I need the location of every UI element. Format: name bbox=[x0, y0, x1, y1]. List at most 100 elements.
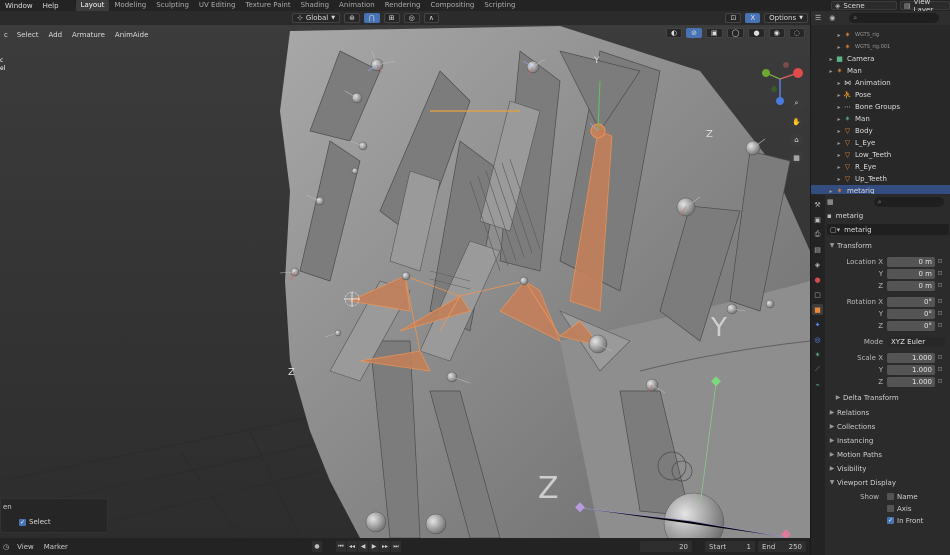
pivot-point-button[interactable]: ⊛ bbox=[344, 13, 360, 23]
tab-object[interactable]: ■ bbox=[812, 304, 823, 315]
expand-arrow-icon[interactable]: ▸ bbox=[835, 140, 843, 147]
outliner-editor-icon[interactable]: ☰ bbox=[815, 14, 821, 22]
menu-add[interactable]: Add bbox=[43, 31, 67, 39]
outliner-row[interactable]: ▸ ▽ Up_Teeth bbox=[811, 173, 950, 185]
frame-start-field[interactable]: Start 1 bbox=[705, 541, 755, 552]
current-frame-field[interactable]: 20 bbox=[640, 541, 692, 552]
tab-world[interactable]: ● bbox=[812, 274, 823, 285]
camera-view-button[interactable]: ⌂ bbox=[790, 133, 803, 146]
tab-animation[interactable]: Animation bbox=[334, 0, 380, 11]
timeline-menu-view[interactable]: View bbox=[12, 543, 39, 551]
lock-icon[interactable]: ⊡ bbox=[935, 282, 945, 289]
outliner-row[interactable]: ▸ ■ Camera bbox=[811, 53, 950, 65]
operator-panel[interactable]: en ✓ Select bbox=[0, 498, 108, 533]
overlays-toggle[interactable]: ⊘ bbox=[686, 28, 702, 38]
jump-start-icon[interactable]: ⏮ bbox=[336, 541, 346, 552]
menu-animaide[interactable]: AnimAide bbox=[110, 31, 153, 39]
zoom-button[interactable]: ⌕ bbox=[790, 97, 803, 110]
expand-arrow-icon[interactable]: ▸ bbox=[835, 44, 843, 51]
lock-icon[interactable]: ⊡ bbox=[935, 298, 945, 305]
shading-wire-button[interactable]: ◯ bbox=[726, 28, 745, 38]
expand-arrow-icon[interactable]: ▸ bbox=[827, 188, 835, 195]
expand-arrow-icon[interactable]: ▸ bbox=[835, 32, 843, 39]
expand-arrow-icon[interactable]: ▸ bbox=[835, 176, 843, 183]
rotation-y-field[interactable]: 0° bbox=[887, 308, 935, 319]
jump-end-icon[interactable]: ⏭ bbox=[391, 541, 401, 552]
tab-collection[interactable]: ▢ bbox=[812, 289, 823, 300]
menu-select[interactable]: Select bbox=[12, 31, 44, 39]
rotation-x-field[interactable]: 0° bbox=[887, 296, 935, 307]
location-z-field[interactable]: 0 m bbox=[887, 280, 935, 291]
outliner-row[interactable]: ▸ ⛹ Pose bbox=[811, 89, 950, 101]
menu-armature[interactable]: Armature bbox=[67, 31, 110, 39]
lock-icon[interactable]: ⊡ bbox=[935, 310, 945, 317]
next-keyframe-icon[interactable]: ▸▸ bbox=[380, 541, 390, 552]
lock-icon[interactable]: ⊡ bbox=[935, 354, 945, 361]
motion-paths-section-header[interactable]: ▶ Motion Paths bbox=[827, 448, 950, 461]
outliner-row[interactable]: ▸ ✶ Man bbox=[811, 65, 950, 77]
3d-viewport[interactable]: Y Z Z Z Y ⊹ Global ▼ ⊛ ⋂ ⊞ ◎ ∧ ⊡ X Optio… bbox=[0, 11, 810, 538]
frame-end-field[interactable]: End 250 bbox=[758, 541, 806, 552]
pan-button[interactable]: ✋ bbox=[790, 115, 803, 128]
expand-arrow-icon[interactable]: ▸ bbox=[827, 56, 835, 63]
tab-modifiers[interactable]: ✦ bbox=[812, 319, 823, 330]
lock-icon[interactable]: ⊡ bbox=[935, 366, 945, 373]
outliner-row[interactable]: ▸ ▽ Body bbox=[811, 125, 950, 137]
scene-selector[interactable]: ◈ Scene bbox=[831, 1, 897, 10]
tab-texture-paint[interactable]: Texture Paint bbox=[240, 0, 295, 11]
show-in-front-checkbox[interactable]: ✓ bbox=[887, 517, 894, 524]
outliner-row[interactable]: ▸ ▽ R_Eye bbox=[811, 161, 950, 173]
tab-tool[interactable]: ⚒ bbox=[812, 199, 823, 210]
expand-arrow-icon[interactable]: ▸ bbox=[835, 92, 843, 99]
visibility-section-header[interactable]: ▶ Visibility bbox=[827, 462, 950, 475]
lock-icon[interactable]: ⊡ bbox=[935, 322, 945, 329]
outliner-row[interactable]: ▸ ✶ WGTS_rig bbox=[811, 29, 950, 41]
tab-view-layer[interactable]: ▤ bbox=[812, 244, 823, 255]
timeline-editor-type-icon[interactable]: ◷ bbox=[0, 543, 12, 551]
outliner-row[interactable]: ▸ ⋯ Bone Groups bbox=[811, 101, 950, 113]
snap-toggle[interactable]: ⋂ bbox=[363, 13, 380, 23]
falloff-button[interactable]: ∧ bbox=[423, 13, 439, 23]
instancing-section-header[interactable]: ▶ Instancing bbox=[827, 434, 950, 447]
outliner-row[interactable]: ▸ ▽ L_Eye bbox=[811, 137, 950, 149]
scale-y-field[interactable]: 1.000 bbox=[887, 364, 935, 375]
expand-arrow-icon[interactable]: ▸ bbox=[835, 164, 843, 171]
tab-shading[interactable]: Shading bbox=[296, 0, 334, 11]
collections-section-header[interactable]: ▶ Collections bbox=[827, 420, 950, 433]
scale-z-field[interactable]: 1.000 bbox=[887, 376, 935, 387]
tab-render[interactable]: ▣ bbox=[812, 214, 823, 225]
show-axis-checkbox[interactable] bbox=[887, 505, 894, 512]
transform-orientation-dropdown[interactable]: ⊹ Global ▼ bbox=[292, 13, 341, 23]
tab-compositing[interactable]: Compositing bbox=[425, 0, 479, 11]
play-icon[interactable]: ▶ bbox=[369, 541, 379, 552]
select-checkbox-row[interactable]: ✓ Select bbox=[19, 518, 51, 526]
xray-shading-button[interactable]: ▣ bbox=[705, 28, 723, 38]
play-reverse-icon[interactable]: ◀ bbox=[358, 541, 368, 552]
visibility-button[interactable]: ◐ bbox=[666, 28, 683, 38]
outliner-row[interactable]: ▸ ✶ metarig bbox=[811, 185, 950, 194]
prev-keyframe-icon[interactable]: ◂◂ bbox=[347, 541, 357, 552]
tab-physics[interactable]: ◎ bbox=[812, 334, 823, 345]
menu-help[interactable]: Help bbox=[38, 2, 64, 10]
outliner-row[interactable]: ▸ ▽ Low_Teeth bbox=[811, 149, 950, 161]
relations-section-header[interactable]: ▶ Relations bbox=[827, 406, 950, 419]
timeline-menu-marker[interactable]: Marker bbox=[39, 543, 73, 551]
rotation-mode-dropdown[interactable]: XYZ Euler bbox=[887, 336, 945, 347]
rotation-z-field[interactable]: 0° bbox=[887, 320, 935, 331]
snap-target-button[interactable]: ⊞ bbox=[383, 13, 400, 23]
record-button[interactable]: ● bbox=[312, 541, 322, 552]
view-layer-selector[interactable]: ▤ View Layer bbox=[900, 0, 950, 14]
lock-icon[interactable]: ⊡ bbox=[935, 258, 945, 265]
outliner-row[interactable]: ▸ ⋈ Animation bbox=[811, 77, 950, 89]
lock-icon[interactable]: ⊡ bbox=[935, 270, 945, 277]
proportional-edit-button[interactable]: ◎ bbox=[403, 13, 420, 23]
x-ray-toggle[interactable]: X bbox=[745, 13, 761, 23]
outliner-row[interactable]: ▸ ✶ Man bbox=[811, 113, 950, 125]
tab-rendering[interactable]: Rendering bbox=[380, 0, 426, 11]
shading-render-button[interactable]: ◌ bbox=[788, 28, 805, 38]
location-x-field[interactable]: 0 m bbox=[887, 256, 935, 267]
tab-object-data[interactable]: ✶ bbox=[812, 349, 823, 360]
expand-arrow-icon[interactable]: ▸ bbox=[835, 116, 843, 123]
transform-section-header[interactable]: ▼ Transform bbox=[827, 239, 950, 252]
lock-icon[interactable]: ⊡ bbox=[935, 378, 945, 385]
